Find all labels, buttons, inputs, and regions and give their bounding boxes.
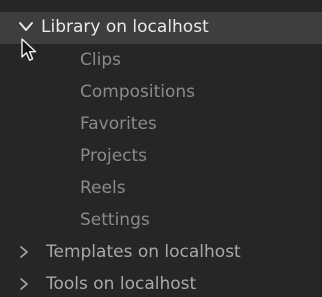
chevron-right-icon[interactable] — [17, 277, 31, 291]
tree-item-templates[interactable]: Templates on localhost — [0, 236, 322, 268]
tree-item-label: Compositions — [80, 82, 196, 102]
tree-item-tools[interactable]: Tools on localhost — [0, 268, 322, 297]
tree-item-label: Reels — [80, 178, 126, 198]
chevron-down-icon[interactable] — [17, 18, 35, 36]
tree-item-library[interactable]: Library on localhost — [0, 12, 322, 44]
tree-item-projects[interactable]: Projects — [0, 140, 322, 172]
tree-item-label: Tools on localhost — [46, 274, 197, 294]
tree-item-label: Library on localhost — [41, 17, 209, 37]
tree-item-compositions[interactable]: Compositions — [0, 76, 322, 108]
tree-item-label: Clips — [80, 50, 121, 70]
tree-item-clips[interactable]: Clips — [0, 44, 322, 76]
tree-item-label: Projects — [80, 146, 148, 166]
tree-item-favorites[interactable]: Favorites — [0, 108, 322, 140]
tree-item-label: Favorites — [80, 114, 157, 134]
tree-item-settings[interactable]: Settings — [0, 204, 322, 236]
library-tree-panel: Library on localhost Clips Compositions … — [0, 0, 322, 297]
tree-item-label: Templates on localhost — [46, 242, 241, 262]
tree-item-label: Settings — [80, 210, 150, 230]
tree-item-reels[interactable]: Reels — [0, 172, 322, 204]
chevron-right-icon[interactable] — [17, 245, 31, 259]
